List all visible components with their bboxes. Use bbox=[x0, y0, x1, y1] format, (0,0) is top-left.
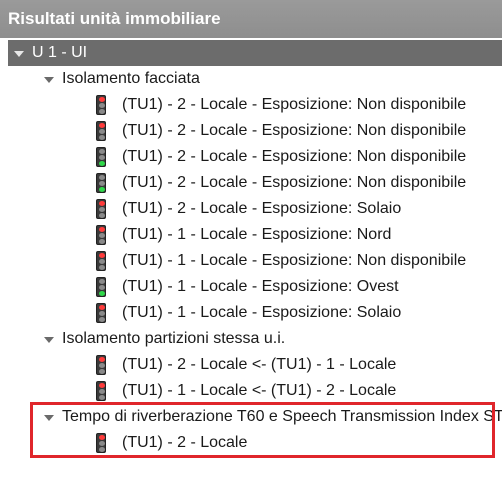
traffic-light-icon bbox=[96, 95, 106, 115]
traffic-light-icon bbox=[96, 173, 106, 193]
tree-item-label: (TU1) - 1 - Locale - Esposizione: Solaio bbox=[122, 304, 402, 321]
tree-item[interactable]: (TU1) - 1 - Locale - Esposizione: Nord bbox=[0, 222, 502, 248]
tree-item[interactable]: (TU1) - 1 - Locale <- (TU1) - 2 - Locale bbox=[0, 378, 502, 404]
tree-item-label: (TU1) - 2 - Locale - Esposizione: Non di… bbox=[122, 174, 467, 191]
tree-item[interactable]: (TU1) - 2 - Locale - Esposizione: Non di… bbox=[0, 118, 502, 144]
traffic-light-icon bbox=[96, 277, 106, 297]
tree-group-label: Tempo di riverberazione T60 e Speech Tra… bbox=[62, 408, 502, 425]
traffic-light-icon bbox=[96, 303, 106, 323]
expand-arrow-icon[interactable] bbox=[44, 337, 54, 343]
tree-root-node[interactable]: U 1 - UI bbox=[8, 40, 502, 66]
traffic-light-icon bbox=[96, 433, 106, 453]
expand-arrow-icon[interactable] bbox=[44, 77, 54, 83]
tree-item[interactable]: (TU1) - 2 - Locale - Esposizione: Non di… bbox=[0, 144, 502, 170]
tree-group-label: Isolamento partizioni stessa u.i. bbox=[62, 330, 286, 347]
tree-item-label: (TU1) - 1 - Locale - Esposizione: Nord bbox=[122, 226, 392, 243]
expand-arrow-icon[interactable] bbox=[44, 415, 54, 421]
tree-item[interactable]: (TU1) - 1 - Locale - Esposizione: Non di… bbox=[0, 248, 502, 274]
tree-item-label: (TU1) - 2 - Locale - Esposizione: Non di… bbox=[122, 122, 467, 139]
tree-group-isolamento-partizioni[interactable]: Isolamento partizioni stessa u.i. bbox=[0, 326, 502, 352]
tree-item-label: (TU1) - 1 - Locale - Esposizione: Non di… bbox=[122, 252, 467, 269]
results-tree: Isolamento facciata (TU1) - 2 - Locale -… bbox=[0, 66, 502, 456]
tree-item-label: (TU1) - 1 - Locale - Esposizione: Ovest bbox=[122, 278, 399, 295]
traffic-light-icon bbox=[96, 381, 106, 401]
tree-group-tempo-riverberazione[interactable]: Tempo di riverberazione T60 e Speech Tra… bbox=[0, 404, 502, 430]
tree-item[interactable]: (TU1) - 2 - Locale - Esposizione: Solaio bbox=[0, 196, 502, 222]
tree-item[interactable]: (TU1) - 2 - Locale - Esposizione: Non di… bbox=[0, 170, 502, 196]
traffic-light-icon bbox=[96, 147, 106, 167]
panel-header: Risultati unità immobiliare bbox=[0, 0, 502, 38]
traffic-light-icon bbox=[96, 199, 106, 219]
tree-item-label: (TU1) - 2 - Locale - Esposizione: Solaio bbox=[122, 200, 402, 217]
tree-item[interactable]: (TU1) - 2 - Locale bbox=[0, 430, 502, 456]
tree-item-label: (TU1) - 2 - Locale - Esposizione: Non di… bbox=[122, 148, 467, 165]
expand-arrow-icon[interactable] bbox=[14, 51, 24, 57]
traffic-light-icon bbox=[96, 225, 106, 245]
traffic-light-icon bbox=[96, 251, 106, 271]
panel-title: Risultati unità immobiliare bbox=[8, 9, 221, 28]
tree-item-label: (TU1) - 2 - Locale - Esposizione: Non di… bbox=[122, 96, 467, 113]
tree-item[interactable]: (TU1) - 1 - Locale - Esposizione: Solaio bbox=[0, 300, 502, 326]
traffic-light-icon bbox=[96, 355, 106, 375]
tree-group-label: Isolamento facciata bbox=[62, 70, 200, 87]
tree-root-label: U 1 - UI bbox=[32, 44, 88, 61]
tree-item[interactable]: (TU1) - 2 - Locale <- (TU1) - 1 - Locale bbox=[0, 352, 502, 378]
tree-group-isolamento-facciata[interactable]: Isolamento facciata bbox=[0, 66, 502, 92]
tree-item-label: (TU1) - 2 - Locale <- (TU1) - 1 - Locale bbox=[122, 356, 397, 373]
tree-item-label: (TU1) - 2 - Locale bbox=[122, 434, 248, 451]
tree-item-label: (TU1) - 1 - Locale <- (TU1) - 2 - Locale bbox=[122, 382, 397, 399]
traffic-light-icon bbox=[96, 121, 106, 141]
tree-item[interactable]: (TU1) - 2 - Locale - Esposizione: Non di… bbox=[0, 92, 502, 118]
tree-item[interactable]: (TU1) - 1 - Locale - Esposizione: Ovest bbox=[0, 274, 502, 300]
